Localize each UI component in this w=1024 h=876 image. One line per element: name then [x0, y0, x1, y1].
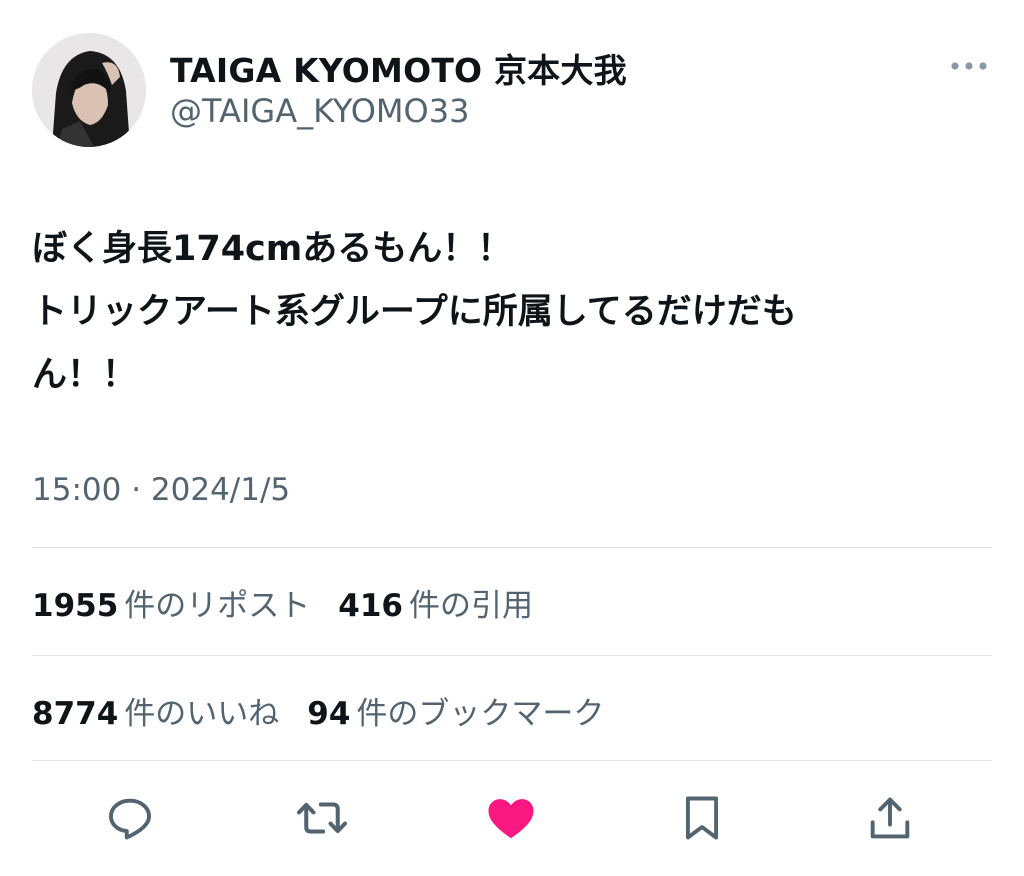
quotes-stat[interactable]: 416 件の引用	[338, 588, 561, 624]
bookmarks-label: 件のブックマーク	[356, 696, 605, 732]
bookmark-button[interactable]	[674, 790, 730, 846]
bookmarks-stat[interactable]: 94 件のブックマーク	[307, 696, 632, 732]
divider	[32, 760, 992, 761]
reposts-count: 1955	[32, 588, 119, 624]
stats-row-likes-bookmarks: 8774 件のいいね 94 件のブックマーク	[32, 688, 632, 733]
share-button[interactable]	[862, 790, 918, 846]
bookmark-icon	[685, 796, 719, 840]
more-options-button[interactable]	[946, 52, 992, 80]
tweet-text: ぼく身長174cmあるもん！！ トリックアート系グループに所属してるだけだも ん…	[32, 218, 982, 407]
avatar-image	[32, 33, 146, 147]
reply-icon	[108, 798, 152, 840]
tweet-text-line: トリックアート系グループに所属してるだけだも	[32, 292, 797, 332]
more-icon	[951, 62, 987, 70]
divider	[32, 547, 992, 548]
like-button[interactable]	[483, 790, 539, 846]
stats-row-reposts-quotes: 1955 件のリポスト 416 件の引用	[32, 580, 561, 625]
quotes-count: 416	[338, 588, 403, 624]
likes-label: 件のいいね	[124, 696, 280, 732]
display-name[interactable]: TAIGA KYOMOTO 京本大我	[170, 44, 627, 92]
reposts-stat[interactable]: 1955 件のリポスト	[32, 588, 338, 624]
bookmarks-count: 94	[307, 696, 351, 732]
quotes-label: 件の引用	[409, 588, 533, 624]
tweet-text-line: ん！！	[32, 355, 138, 395]
avatar[interactable]	[32, 33, 146, 147]
user-handle[interactable]: @TAIGA_KYOMO33	[170, 92, 469, 130]
tweet-timestamp[interactable]: 15:00 · 2024/1/5	[32, 472, 290, 508]
like-icon	[488, 799, 534, 839]
reposts-label: 件のリポスト	[124, 588, 311, 624]
share-icon	[870, 797, 910, 839]
reply-button[interactable]	[102, 790, 158, 846]
repost-icon	[297, 802, 347, 834]
repost-button[interactable]	[294, 790, 350, 846]
likes-count: 8774	[32, 696, 119, 732]
divider	[32, 655, 992, 656]
likes-stat[interactable]: 8774 件のいいね	[32, 696, 307, 732]
tweet-text-line: ぼく身長174cmあるもん！！	[32, 229, 513, 269]
